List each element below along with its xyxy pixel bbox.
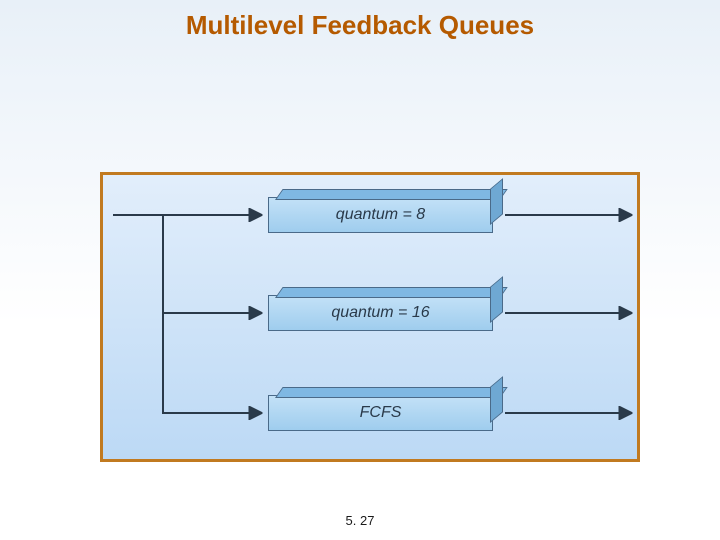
page-number: 5. 27 xyxy=(0,513,720,528)
slide-title: Multilevel Feedback Queues xyxy=(0,10,720,41)
diagram-frame: quantum = 8 quantum = 16 FCFS xyxy=(100,172,640,462)
diagram-arrows xyxy=(103,175,643,465)
